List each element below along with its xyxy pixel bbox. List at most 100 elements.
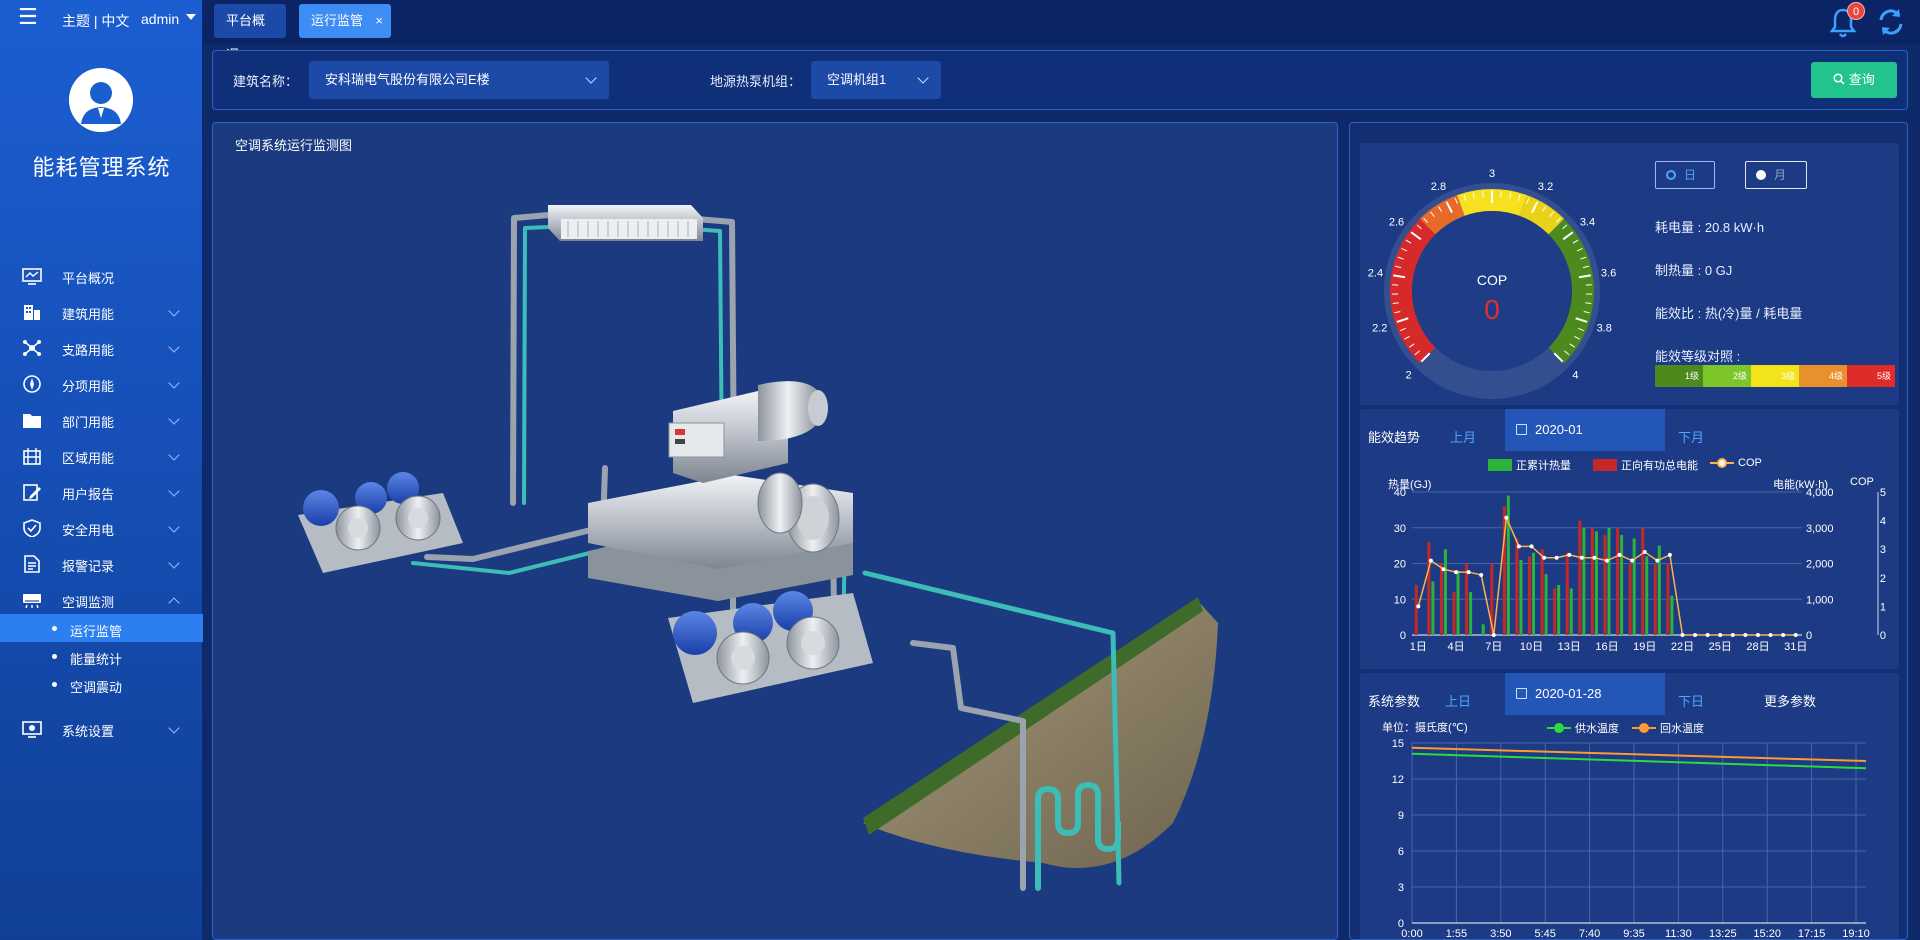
x-tick-label: 17:15 bbox=[1798, 928, 1826, 940]
user-name[interactable]: admin bbox=[141, 11, 179, 27]
bar-power bbox=[1603, 534, 1607, 635]
sidebar-subitem-label: 能量统计 bbox=[70, 652, 123, 667]
building-icon bbox=[22, 303, 42, 321]
right2-tick-label: 4 bbox=[1880, 516, 1886, 528]
refresh-icon[interactable] bbox=[1875, 6, 1907, 38]
gauge-tick-label: 4 bbox=[1572, 369, 1578, 381]
gauge-value: 0 bbox=[1484, 294, 1500, 325]
menu-toggle-icon[interactable]: ☰ bbox=[18, 6, 40, 28]
series-line-2 bbox=[1411, 746, 1867, 762]
sidebar-item-8[interactable]: 安全用电 bbox=[0, 510, 203, 546]
x-tick-label: 10日 bbox=[1520, 641, 1543, 653]
sidebar-item-4[interactable]: 分项用能 bbox=[0, 366, 203, 402]
cop-point bbox=[1655, 558, 1660, 563]
cop-point bbox=[1592, 555, 1597, 560]
x-tick-label: 4日 bbox=[1447, 641, 1464, 653]
efficiency-ratio-formula: 能效比 : 热(冷)量 / 耗电量 bbox=[1655, 306, 1803, 321]
period-month-toggle[interactable]: 月 bbox=[1745, 161, 1807, 189]
sidebar-subitem-label: 运行监管 bbox=[70, 624, 123, 639]
sidebar-item-10[interactable]: 空调监测 bbox=[0, 582, 203, 618]
unit-select[interactable]: 空调机组1 bbox=[811, 61, 941, 99]
cop-line bbox=[1417, 514, 1796, 636]
cop-point bbox=[1567, 552, 1572, 557]
bar-power bbox=[1578, 520, 1582, 635]
tab-platform-overview[interactable]: 平台概况 bbox=[214, 4, 286, 62]
sidebar-subitem-1[interactable]: 运行监管 bbox=[0, 614, 203, 642]
gauge-label: COP bbox=[1477, 272, 1507, 288]
building-select[interactable]: 安科瑞电气股份有限公司E楼 bbox=[309, 61, 609, 99]
tab-run-monitor[interactable]: 运行监管 × bbox=[299, 4, 391, 38]
cop-point bbox=[1454, 570, 1459, 575]
unit-select-value: 空调机组1 bbox=[827, 72, 887, 87]
bar-heat bbox=[1582, 527, 1586, 635]
gauge-tick-label: 2.6 bbox=[1389, 217, 1404, 229]
gauge-tick-label: 2.2 bbox=[1372, 322, 1387, 334]
cop-point bbox=[1579, 555, 1584, 560]
building-label: 建筑名称： bbox=[233, 74, 299, 89]
bar-power bbox=[1565, 552, 1569, 635]
x-tick-label: 22日 bbox=[1671, 641, 1694, 653]
chevron-down-icon bbox=[168, 521, 180, 533]
hvac-diagram bbox=[298, 205, 1218, 891]
bar-power bbox=[1515, 538, 1519, 635]
right2-tick-label: 5 bbox=[1880, 487, 1886, 499]
bar-heat bbox=[1456, 570, 1460, 635]
chevron-down-icon bbox=[168, 413, 180, 425]
bar-heat bbox=[1620, 534, 1624, 635]
cop-point bbox=[1554, 555, 1559, 560]
sidebar-item-3[interactable]: 支路用能 bbox=[0, 330, 203, 366]
cop-gauge-card: 2 2.2 2.4 2.6 2.8 3 3.2 3.4 3.6 3.8 4 COP 0 日 月 耗电量 … bbox=[1360, 143, 1899, 405]
left-tick-label: 10 bbox=[1394, 594, 1406, 606]
sidebar-subitem-2[interactable]: 能量统计 bbox=[0, 642, 203, 670]
x-tick-label: 11:30 bbox=[1665, 928, 1692, 940]
bar-heat bbox=[1569, 588, 1573, 635]
gauge-tick-label: 3.8 bbox=[1597, 322, 1612, 334]
sidebar-subitem-label: 空调震动 bbox=[70, 680, 123, 695]
sidebar-item-6[interactable]: 区域用能 bbox=[0, 438, 203, 474]
chevron-down-icon bbox=[168, 341, 180, 353]
bullet-icon bbox=[52, 654, 57, 659]
efficiency-trend-card: 能效趋势 上月 2020-01 下月 正累计热量 正向有功总电能 COP 热量(… bbox=[1360, 409, 1899, 669]
sidebar-item-9[interactable]: 报警记录 bbox=[0, 546, 203, 582]
cop-point bbox=[1642, 550, 1647, 555]
sidebar-item-7[interactable]: 用户报告 bbox=[0, 474, 203, 510]
period-month-label: 月 bbox=[1774, 168, 1787, 182]
bar-heat bbox=[1431, 581, 1435, 635]
cop-point bbox=[1768, 633, 1773, 637]
tab-label: 运行监管 bbox=[311, 13, 364, 28]
x-tick-label: 16日 bbox=[1595, 641, 1618, 653]
gauge-tick-label: 2 bbox=[1405, 369, 1411, 381]
period-day-toggle[interactable]: 日 bbox=[1655, 161, 1715, 189]
right2-tick-label: 0 bbox=[1880, 630, 1886, 642]
system-diagram-panel: 空调系统运行监测图 bbox=[212, 122, 1338, 940]
y-tick-label: 15 bbox=[1392, 738, 1404, 750]
sidebar-item-label: 建筑用能 bbox=[62, 307, 115, 322]
sidebar-item-1[interactable]: 平台概况 bbox=[0, 258, 203, 294]
building-select-value: 安科瑞电气股份有限公司E楼 bbox=[325, 72, 490, 87]
cop-point bbox=[1542, 555, 1547, 560]
period-day-label: 日 bbox=[1684, 168, 1697, 182]
sidebar-item-11[interactable]: 系统设置 bbox=[0, 711, 203, 747]
bar-power bbox=[1427, 542, 1431, 635]
left-tick-label: 0 bbox=[1400, 630, 1406, 642]
sidebar-item-2[interactable]: 建筑用能 bbox=[0, 294, 203, 330]
bar-heat bbox=[1544, 574, 1548, 635]
bar-heat bbox=[1670, 595, 1674, 635]
document-icon bbox=[22, 555, 42, 573]
close-icon[interactable]: × bbox=[375, 4, 383, 38]
chiller-unit bbox=[588, 381, 853, 601]
user-caret-icon[interactable] bbox=[186, 14, 196, 20]
sidebar-item-label: 空调监测 bbox=[62, 595, 115, 610]
avatar bbox=[69, 68, 133, 132]
y-tick-label: 9 bbox=[1398, 810, 1404, 822]
sidebar-item-5[interactable]: 部门用能 bbox=[0, 402, 203, 438]
sidebar-item-label: 安全用电 bbox=[62, 523, 115, 538]
cop-gauge: 2 2.2 2.4 2.6 2.8 3 3.2 3.4 3.6 3.8 4 COP 0 bbox=[1368, 168, 1616, 399]
theme-language-switch[interactable]: 主题 | 中文 bbox=[62, 11, 129, 31]
sidebar-subitem-3[interactable]: 空调震动 bbox=[0, 670, 203, 698]
query-button[interactable]: 查询 bbox=[1811, 62, 1897, 98]
x-tick-label: 7日 bbox=[1485, 641, 1502, 653]
sidebar-item-label: 部门用能 bbox=[62, 415, 115, 430]
cop-point bbox=[1667, 552, 1672, 557]
gauge-face bbox=[1412, 211, 1572, 371]
